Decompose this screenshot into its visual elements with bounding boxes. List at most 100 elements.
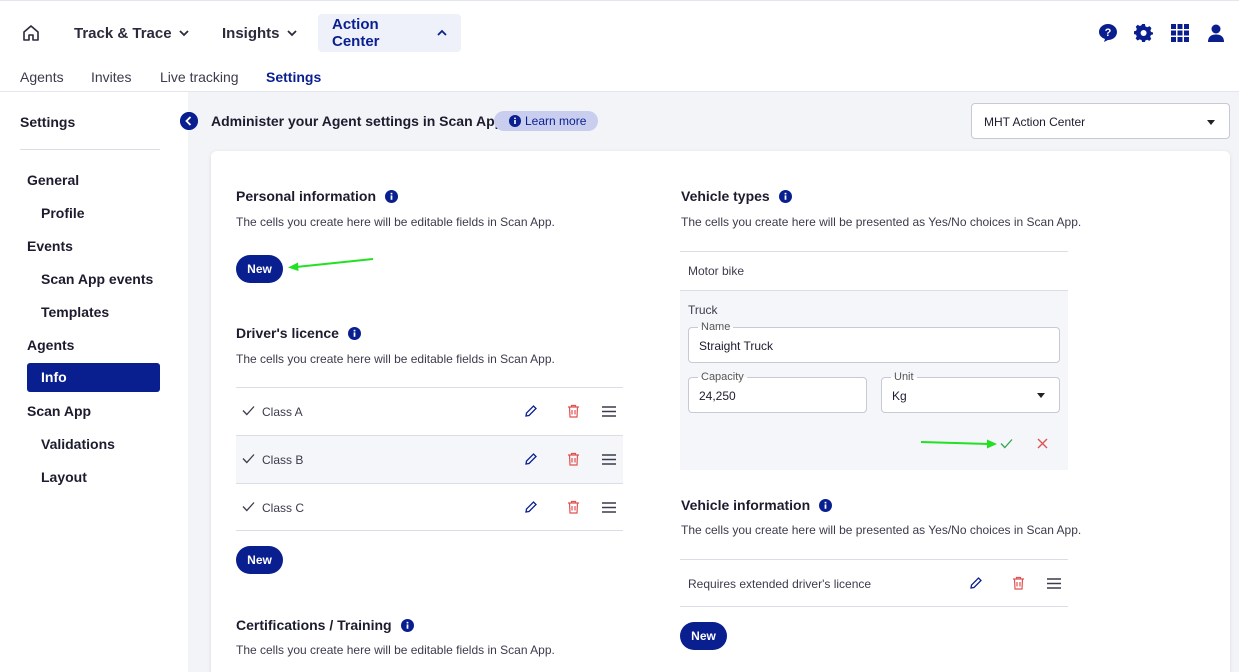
apps-grid-icon[interactable] bbox=[1170, 23, 1190, 43]
trash-icon[interactable] bbox=[567, 500, 580, 514]
sidebar-item-validations[interactable]: Validations bbox=[41, 436, 115, 452]
nav-action-center-label: Action Center bbox=[332, 16, 380, 50]
capacity-value: 24,250 bbox=[699, 389, 736, 403]
certifications-title: Certifications / Training bbox=[236, 617, 414, 633]
list-item[interactable]: Motor bike bbox=[680, 251, 1068, 290]
vehicle-info-title-label: Vehicle information bbox=[681, 497, 811, 513]
trash-icon[interactable] bbox=[567, 404, 580, 418]
svg-text:?: ? bbox=[1105, 27, 1112, 39]
licence-class-label: Class A bbox=[262, 405, 303, 419]
collapse-sidebar-icon[interactable] bbox=[180, 112, 198, 130]
info-icon[interactable] bbox=[400, 618, 414, 632]
info-icon[interactable] bbox=[819, 498, 833, 512]
capacity-field[interactable]: Capacity 24,250 bbox=[688, 371, 867, 413]
certifications-title-label: Certifications / Training bbox=[236, 617, 392, 633]
vehicle-name-field[interactable]: Name Straight Truck bbox=[688, 321, 1060, 363]
personal-info-title: Personal information bbox=[236, 188, 399, 204]
sidebar-item-agents[interactable]: Agents bbox=[27, 337, 74, 353]
personal-info-title-label: Personal information bbox=[236, 188, 377, 204]
settings-sidebar: Settings General Profile Events Scan App… bbox=[0, 92, 188, 672]
vehicle-name-value: Straight Truck bbox=[699, 339, 774, 353]
vehicle-name-label: Name bbox=[698, 321, 734, 333]
certifications-description: The cells you create here will be editab… bbox=[236, 643, 555, 657]
sidebar-item-layout[interactable]: Layout bbox=[41, 469, 87, 485]
vehicle-types-title-label: Vehicle types bbox=[681, 188, 770, 204]
edit-icon[interactable] bbox=[969, 576, 983, 590]
table-row: Class A bbox=[236, 387, 623, 435]
top-navigation: Track & Trace Insights Action Center ? bbox=[0, 0, 1239, 64]
licence-class-label: Class B bbox=[262, 453, 304, 467]
sidebar-item-scan-app-events[interactable]: Scan App events bbox=[41, 271, 153, 287]
personal-info-new-button[interactable]: New bbox=[236, 255, 283, 283]
tab-invites[interactable]: Invites bbox=[91, 69, 131, 85]
vehicle-info-new-button[interactable]: New bbox=[680, 622, 727, 650]
tab-live-tracking[interactable]: Live tracking bbox=[160, 69, 239, 85]
drivers-licence-title: Driver's licence bbox=[236, 325, 361, 341]
chevron-down-icon bbox=[286, 30, 297, 37]
info-icon bbox=[509, 115, 521, 127]
vehicle-types-description: The cells you create here will be presen… bbox=[681, 215, 1082, 229]
info-icon[interactable] bbox=[385, 189, 399, 203]
drivers-licence-new-button[interactable]: New bbox=[236, 546, 283, 574]
table-row: Class C bbox=[236, 483, 623, 531]
drag-handle-icon[interactable] bbox=[602, 502, 616, 513]
drivers-licence-description: The cells you create here will be editab… bbox=[236, 352, 555, 366]
sidebar-item-info[interactable]: Info bbox=[27, 363, 160, 392]
drag-handle-icon[interactable] bbox=[602, 454, 616, 465]
info-icon[interactable] bbox=[347, 326, 361, 340]
tab-agents[interactable]: Agents bbox=[20, 69, 64, 85]
caret-down-icon bbox=[1037, 393, 1045, 398]
vehicle-info-label: Requires extended driver's licence bbox=[688, 577, 872, 591]
home-icon[interactable] bbox=[22, 24, 40, 42]
tab-settings[interactable]: Settings bbox=[266, 69, 321, 85]
sidebar-item-scan-app[interactable]: Scan App bbox=[27, 403, 91, 419]
gear-icon[interactable] bbox=[1134, 23, 1154, 43]
check-icon bbox=[242, 454, 255, 464]
sidebar-title: Settings bbox=[20, 114, 76, 130]
annotation-arrow bbox=[920, 439, 997, 449]
check-icon bbox=[242, 502, 255, 512]
capacity-label: Capacity bbox=[698, 371, 747, 383]
drag-handle-icon[interactable] bbox=[1047, 578, 1061, 589]
sidebar-item-templates[interactable]: Templates bbox=[41, 304, 109, 320]
vehicle-info-description: The cells you create here will be presen… bbox=[681, 523, 1082, 537]
sidebar-item-events[interactable]: Events bbox=[27, 238, 73, 254]
vehicle-types-title: Vehicle types bbox=[681, 188, 792, 204]
personal-info-description: The cells you create here will be editab… bbox=[236, 215, 555, 229]
unit-value: Kg bbox=[892, 389, 907, 403]
vehicle-info-title: Vehicle information bbox=[681, 497, 833, 513]
caret-down-icon bbox=[1207, 120, 1215, 125]
table-row: Class B bbox=[236, 435, 623, 483]
drivers-licence-title-label: Driver's licence bbox=[236, 325, 339, 341]
nav-insights[interactable]: Insights bbox=[208, 14, 311, 52]
sidebar-item-profile[interactable]: Profile bbox=[41, 205, 85, 221]
nav-track-trace[interactable]: Track & Trace bbox=[60, 14, 203, 52]
vehicle-type-label: Truck bbox=[688, 303, 718, 317]
trash-icon[interactable] bbox=[1012, 576, 1025, 590]
cancel-x-icon[interactable] bbox=[1037, 438, 1048, 449]
sub-navigation: Agents Invites Live tracking Settings bbox=[0, 64, 1239, 92]
annotation-arrow bbox=[288, 258, 374, 271]
learn-more-button[interactable]: Learn more bbox=[494, 111, 598, 131]
nav-insights-label: Insights bbox=[222, 24, 280, 42]
organization-select[interactable]: MHT Action Center bbox=[971, 103, 1230, 139]
chevron-up-icon bbox=[437, 29, 447, 36]
vehicle-type-label: Motor bike bbox=[688, 264, 745, 278]
unit-select[interactable]: Unit Kg bbox=[881, 371, 1060, 413]
drag-handle-icon[interactable] bbox=[602, 406, 616, 417]
edit-icon[interactable] bbox=[524, 452, 538, 466]
confirm-check-icon[interactable] bbox=[1000, 438, 1013, 449]
page-title: Administer your Agent settings in Scan A… bbox=[211, 113, 504, 129]
edit-icon[interactable] bbox=[524, 500, 538, 514]
check-icon bbox=[242, 406, 255, 416]
user-icon[interactable] bbox=[1206, 23, 1226, 43]
nav-track-trace-label: Track & Trace bbox=[74, 24, 172, 42]
licence-class-label: Class C bbox=[262, 501, 305, 515]
trash-icon[interactable] bbox=[567, 452, 580, 466]
info-icon[interactable] bbox=[778, 189, 792, 203]
sidebar-item-general[interactable]: General bbox=[27, 172, 79, 188]
nav-action-center[interactable]: Action Center bbox=[318, 14, 461, 52]
help-icon[interactable]: ? bbox=[1098, 23, 1118, 43]
unit-label: Unit bbox=[891, 371, 917, 383]
edit-icon[interactable] bbox=[524, 404, 538, 418]
